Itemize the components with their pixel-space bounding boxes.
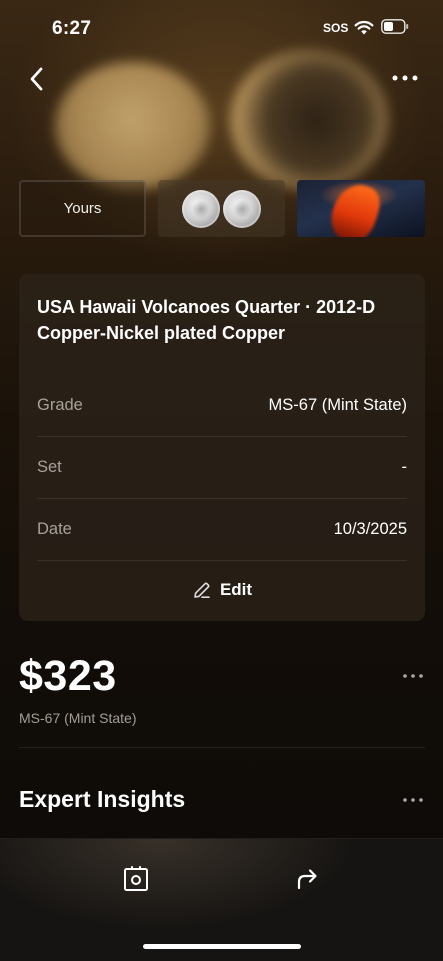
ellipsis-icon xyxy=(392,75,418,81)
detail-row-grade: Grade MS-67 (Mint State) xyxy=(37,375,407,436)
share-arrow-icon xyxy=(297,869,317,890)
thumbnail-volcano-image[interactable] xyxy=(297,180,425,237)
price-more-button[interactable] xyxy=(396,664,430,688)
edit-button[interactable]: Edit xyxy=(19,559,425,621)
back-button[interactable] xyxy=(22,62,52,96)
coin-obverse-image xyxy=(55,62,210,190)
pencil-icon xyxy=(194,582,210,598)
date-value: 10/3/2025 xyxy=(333,520,407,538)
share-button[interactable] xyxy=(285,857,329,901)
expert-insights-heading: Expert Insights xyxy=(19,786,186,812)
coin-reverse-thumbnail xyxy=(223,189,261,228)
set-label: Set xyxy=(37,458,62,476)
set-value: - xyxy=(401,458,408,476)
details-card: USA Hawaii Volcanoes Quarter · 2012-D Co… xyxy=(19,274,425,621)
ellipsis-icon xyxy=(403,674,423,678)
ellipsis-icon xyxy=(403,798,423,802)
date-label: Date xyxy=(37,520,72,538)
grade-label: Grade xyxy=(37,396,83,414)
detail-row-set: Set - xyxy=(37,437,407,498)
thumbnail-yours-label: Yours xyxy=(63,200,102,217)
image-scan-icon xyxy=(124,866,148,891)
capture-photo-button[interactable] xyxy=(114,857,158,901)
coin-title: USA Hawaii Volcanoes Quarter · 2012-D Co… xyxy=(37,297,376,343)
grade-value: MS-67 (Mint State) xyxy=(268,396,407,414)
thumbnail-coin-images[interactable] xyxy=(158,180,285,237)
status-sos: SOS xyxy=(323,21,349,35)
home-indicator xyxy=(143,944,301,949)
chevron-left-icon xyxy=(30,67,43,91)
divider xyxy=(19,747,425,748)
wifi-icon xyxy=(354,20,374,35)
battery-icon xyxy=(381,19,409,34)
price-grade: MS-67 (Mint State) xyxy=(19,710,137,726)
bottom-toolbar xyxy=(0,838,443,961)
status-time: 6:27 xyxy=(52,18,92,39)
more-options-button[interactable] xyxy=(388,64,422,92)
coin-reverse-image xyxy=(230,50,388,190)
edit-label: Edit xyxy=(219,580,253,599)
price-value: $323 xyxy=(19,652,117,700)
coin-obverse-thumbnail xyxy=(182,189,220,228)
thumbnail-yours[interactable]: Yours xyxy=(19,180,146,237)
insights-more-button[interactable] xyxy=(396,788,430,812)
detail-row-date: Date 10/3/2025 xyxy=(37,499,407,560)
